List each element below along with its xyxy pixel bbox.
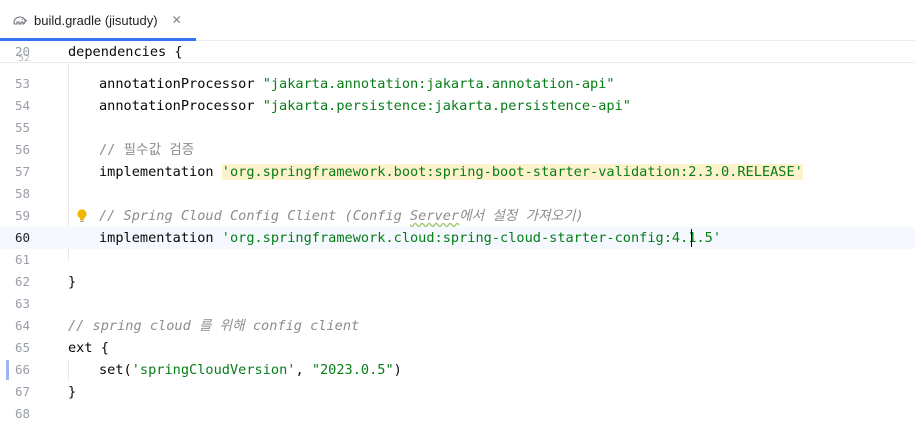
highlighted-string-literal: 'org.springframework.boot:spring-boot-st… [221,164,803,180]
sticky-scope-header[interactable]: 20 dependencies { 52 [0,41,915,63]
code-line[interactable]: 68 [0,403,915,425]
code-line[interactable]: 65 ext { [0,337,915,359]
comment: // spring cloud 를 위해 config client [68,318,360,334]
comment-part: 에서 설정 가져오기) [459,208,584,224]
code-line[interactable]: 64 // spring cloud 를 위해 config client [0,315,915,337]
hidden-line-number: 52 [17,54,30,62]
current-code-line[interactable]: 60 implementation 'org.springframework.c… [0,227,915,249]
code-line[interactable]: 57 implementation 'org.springframework.b… [0,161,915,183]
code-text: annotationProcessor "jakarta.annotation:… [99,73,615,95]
line-number: 61 [14,252,30,267]
indent-guide [68,359,69,381]
punctuation: , [295,362,312,378]
close-icon[interactable]: ✕ [172,13,182,27]
string-literal: "jakarta.annotation:jakarta.annotation-a… [262,76,615,92]
code-text: } [68,274,77,290]
line-number: 62 [14,274,30,289]
code-line[interactable]: 59 // Spring Cloud Config Client (Config… [0,205,915,227]
line-number: 57 [14,164,30,179]
code-line[interactable]: 67 } [0,381,915,403]
string-literal: 'springCloudVersion' [131,362,296,378]
comment-part: // Spring Cloud Config Client (Config [99,208,410,224]
code-editor[interactable]: 53 annotationProcessor "jakarta.annotati… [0,63,915,426]
line-number: 58 [14,186,30,201]
code-text: set('springCloudVersion', "2023.0.5") [99,359,402,381]
code-line[interactable]: 66 set('springCloudVersion', "2023.0.5") [0,359,915,381]
line-number: 68 [14,406,30,421]
string-literal: "jakarta.persistence:jakarta.persistence… [262,98,631,114]
text-caret [691,229,692,247]
keyword: implementation [99,164,214,180]
string-literal: 'org.springframework.cloud:spring-cloud-… [221,230,721,246]
line-number: 64 [14,318,30,333]
code-line[interactable]: 56 // 필수값 검증 [0,139,915,161]
line-number: 54 [14,98,30,113]
keyword: implementation [99,230,214,246]
comment: // Spring Cloud Config Client (Config Se… [99,205,584,227]
tab-label: build.gradle (jisutudy) [34,12,158,28]
code-line[interactable]: 54 annotationProcessor "jakarta.persiste… [0,95,915,117]
typo-warning-word[interactable]: Server [410,208,459,224]
punctuation: ) [393,362,402,378]
comment: // 필수값 검증 [99,142,195,158]
code-text: ext { [68,340,109,356]
tab-build-gradle[interactable]: build.gradle (jisutudy) ✕ [0,0,196,41]
line-number: 67 [14,384,30,399]
string-literal: "2023.0.5" [311,362,394,378]
keyword: annotationProcessor [99,98,255,114]
line-number: 66 [14,362,30,377]
code-line[interactable]: 53 annotationProcessor "jakarta.annotati… [0,73,915,95]
code-line[interactable]: 55 [0,117,915,139]
method-call: set( [99,362,132,378]
keyword: annotationProcessor [99,76,255,92]
line-number: 55 [14,120,30,135]
line-number: 63 [14,296,30,311]
line-number: 53 [14,76,30,91]
line-number: 65 [14,340,30,355]
code-text: implementation 'org.springframework.clou… [99,227,721,249]
line-number: 60 [14,230,30,245]
editor-tab-bar: build.gradle (jisutudy) ✕ [0,0,915,41]
lightbulb-icon[interactable] [75,208,89,224]
line-number: 56 [14,142,30,157]
line-number: 59 [14,208,30,223]
code-line[interactable]: 58 [0,183,915,205]
code-line[interactable]: 61 [0,249,915,271]
code-text: } [68,384,77,400]
gradle-elephant-icon [12,12,28,28]
code-text: implementation 'org.springframework.boot… [99,161,803,183]
code-line[interactable]: 62 } [0,271,915,293]
code-line[interactable]: 63 [0,293,915,315]
code-text: annotationProcessor "jakarta.persistence… [99,95,631,117]
sticky-code: dependencies { [68,44,183,60]
